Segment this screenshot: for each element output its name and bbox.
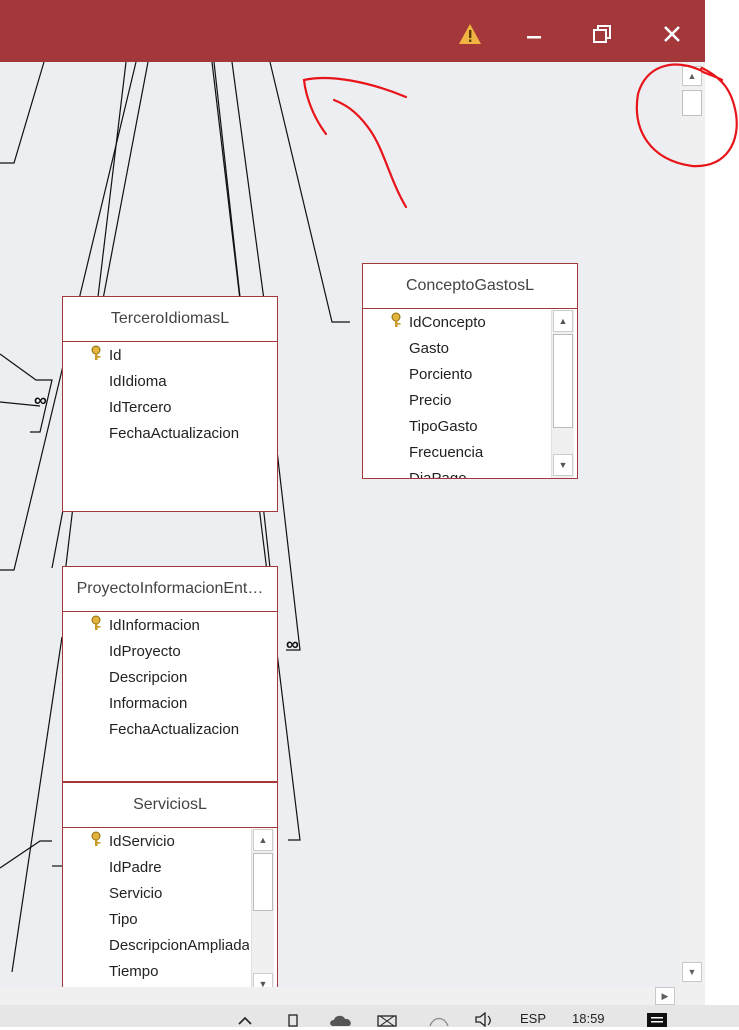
field-item[interactable]: Gasto	[409, 340, 449, 357]
primary-key-icon	[91, 831, 101, 846]
volume-icon[interactable]	[474, 1011, 496, 1030]
field-item[interactable]: IdPadre	[109, 859, 162, 876]
field-item[interactable]: Id	[109, 347, 122, 364]
field-item[interactable]: IdServicio	[109, 833, 175, 850]
close-icon	[664, 26, 680, 42]
primary-key-icon	[391, 312, 401, 327]
restore-icon	[593, 25, 611, 43]
primary-key-icon	[91, 345, 101, 360]
chevron-up-icon[interactable]	[238, 1013, 252, 1028]
table-scrollbar[interactable]: ▲ ▼	[551, 310, 574, 478]
horizontal-scrollbar[interactable]: ▶	[0, 987, 679, 1005]
field-item[interactable]: Informacion	[109, 695, 187, 712]
scrollbar-corner	[679, 987, 705, 1005]
clock[interactable]: 18:59	[572, 1011, 605, 1026]
scroll-up-arrow-icon[interactable]: ▲	[553, 310, 573, 332]
field-item[interactable]: Servicio	[109, 885, 162, 902]
scroll-up-arrow-icon[interactable]: ▲	[682, 66, 702, 86]
primary-key-icon	[91, 615, 101, 630]
vertical-scrollbar[interactable]: ▲ ▼	[679, 62, 705, 987]
restore-button[interactable]	[580, 10, 624, 58]
scroll-right-arrow-icon[interactable]: ▶	[655, 987, 675, 1005]
field-item[interactable]: Porciento	[409, 366, 472, 383]
scroll-down-arrow-icon[interactable]: ▼	[682, 962, 702, 982]
usb-device-icon[interactable]	[286, 1012, 300, 1030]
scroll-down-arrow-icon[interactable]: ▼	[553, 454, 573, 476]
field-item[interactable]: IdIdioma	[109, 373, 167, 390]
field-item[interactable]: Tiempo	[109, 963, 158, 980]
scroll-up-arrow-icon[interactable]: ▲	[253, 829, 273, 851]
scroll-down-arrow-icon[interactable]: ▼	[253, 973, 273, 987]
table-concepto-gastos[interactable]: ConceptoGastosL IdConcepto Gasto Porcien…	[362, 263, 578, 479]
table-tercero-idiomas[interactable]: TerceroIdiomasL Id IdIdioma IdTercero Fe…	[62, 296, 278, 512]
taskbar: ESP 18:59	[0, 1005, 739, 1030]
wifi-icon[interactable]	[428, 1012, 450, 1030]
minimize-icon	[527, 36, 541, 39]
scroll-thumb[interactable]	[253, 853, 273, 911]
field-item[interactable]: Descripcion	[109, 669, 187, 686]
battery-icon[interactable]	[376, 1013, 400, 1030]
field-item[interactable]: DiaPago	[409, 470, 467, 478]
table-title: ServiciosL	[63, 783, 277, 828]
field-item[interactable]: IdConcepto	[409, 314, 486, 331]
close-button[interactable]	[650, 10, 694, 58]
table-title: ConceptoGastosL	[363, 264, 577, 309]
cloud-icon[interactable]	[328, 1013, 354, 1030]
field-item[interactable]: FechaActualizacion	[109, 721, 239, 738]
table-scrollbar[interactable]: ▲ ▼	[251, 829, 274, 987]
notifications-icon[interactable]	[646, 1012, 668, 1030]
field-item[interactable]: FechaActualizacion	[109, 425, 239, 442]
table-servicios[interactable]: ServiciosL IdServicio IdPadre Servicio T…	[62, 782, 278, 987]
window-edge	[705, 0, 739, 1005]
field-item[interactable]: Frecuencia	[409, 444, 483, 461]
table-proyecto-informacion[interactable]: ProyectoInformacionEnt… IdInformacion Id…	[62, 566, 278, 782]
field-item[interactable]: IdProyecto	[109, 643, 181, 660]
field-item[interactable]: Precio	[409, 392, 452, 409]
field-item[interactable]: TipoGasto	[409, 418, 478, 435]
field-item[interactable]: IdInformacion	[109, 617, 200, 634]
relationship-infinity-marker-right: ∞	[286, 634, 299, 654]
window-title-bar	[0, 0, 707, 62]
table-title: TerceroIdiomasL	[63, 297, 277, 342]
scroll-thumb[interactable]	[682, 90, 702, 116]
minimize-button[interactable]	[512, 10, 556, 58]
warning-icon[interactable]	[448, 10, 492, 58]
field-item[interactable]: Tipo	[109, 911, 138, 928]
scroll-thumb[interactable]	[553, 334, 573, 428]
field-item[interactable]: DescripcionAmpliada	[109, 937, 249, 954]
relationship-infinity-marker-left: ∞	[34, 390, 47, 410]
field-item[interactable]: IdTercero	[109, 399, 172, 416]
table-title: ProyectoInformacionEnt…	[63, 567, 277, 612]
language-indicator[interactable]: ESP	[520, 1011, 546, 1026]
